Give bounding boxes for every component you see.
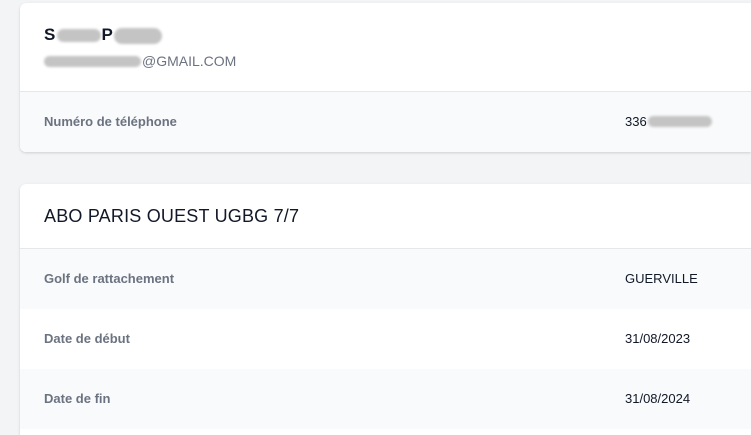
- profile-email: @GMAIL.COM: [44, 53, 236, 69]
- detail-label: Golf de rattachement: [44, 271, 175, 286]
- profile-header: SP @GMAIL.COM: [20, 3, 751, 92]
- detail-row-end-date: Date de fin 31/08/2024: [20, 369, 751, 429]
- detail-value: 31/08/2024: [625, 391, 691, 406]
- detail-value: 31/08/2023: [625, 331, 691, 346]
- detail-row-start-date: Date de début 31/08/2023: [20, 309, 751, 369]
- detail-label: Date de fin: [44, 391, 111, 406]
- subscription-header: ABO PARIS OUEST UGBG 7/7: [20, 184, 751, 249]
- redacted-email-part: [44, 55, 141, 67]
- redacted-name-part: [114, 27, 163, 44]
- profile-name-middle: P: [101, 25, 114, 44]
- phone-row: Numéro de téléphone 336: [20, 92, 751, 152]
- redacted-name-part: [56, 29, 101, 43]
- profile-card: SP @GMAIL.COM Numéro de téléphone 336: [20, 3, 751, 152]
- redacted-phone-part: [647, 116, 712, 128]
- detail-label: Date de début: [44, 331, 130, 346]
- profile-email-suffix: @GMAIL.COM: [142, 53, 237, 69]
- profile-name: SP: [44, 25, 163, 45]
- detail-row-home-golf: Golf de rattachement GUERVILLE: [20, 249, 751, 309]
- subscription-title: ABO PARIS OUEST UGBG 7/7: [44, 206, 300, 226]
- detail-value: GUERVILLE: [625, 271, 698, 286]
- phone-value: 336: [625, 114, 712, 129]
- subscription-card: ABO PARIS OUEST UGBG 7/7 Golf de rattach…: [20, 184, 751, 435]
- profile-name-start: S: [44, 25, 56, 44]
- phone-label: Numéro de téléphone: [44, 114, 177, 129]
- phone-prefix: 336: [625, 114, 647, 129]
